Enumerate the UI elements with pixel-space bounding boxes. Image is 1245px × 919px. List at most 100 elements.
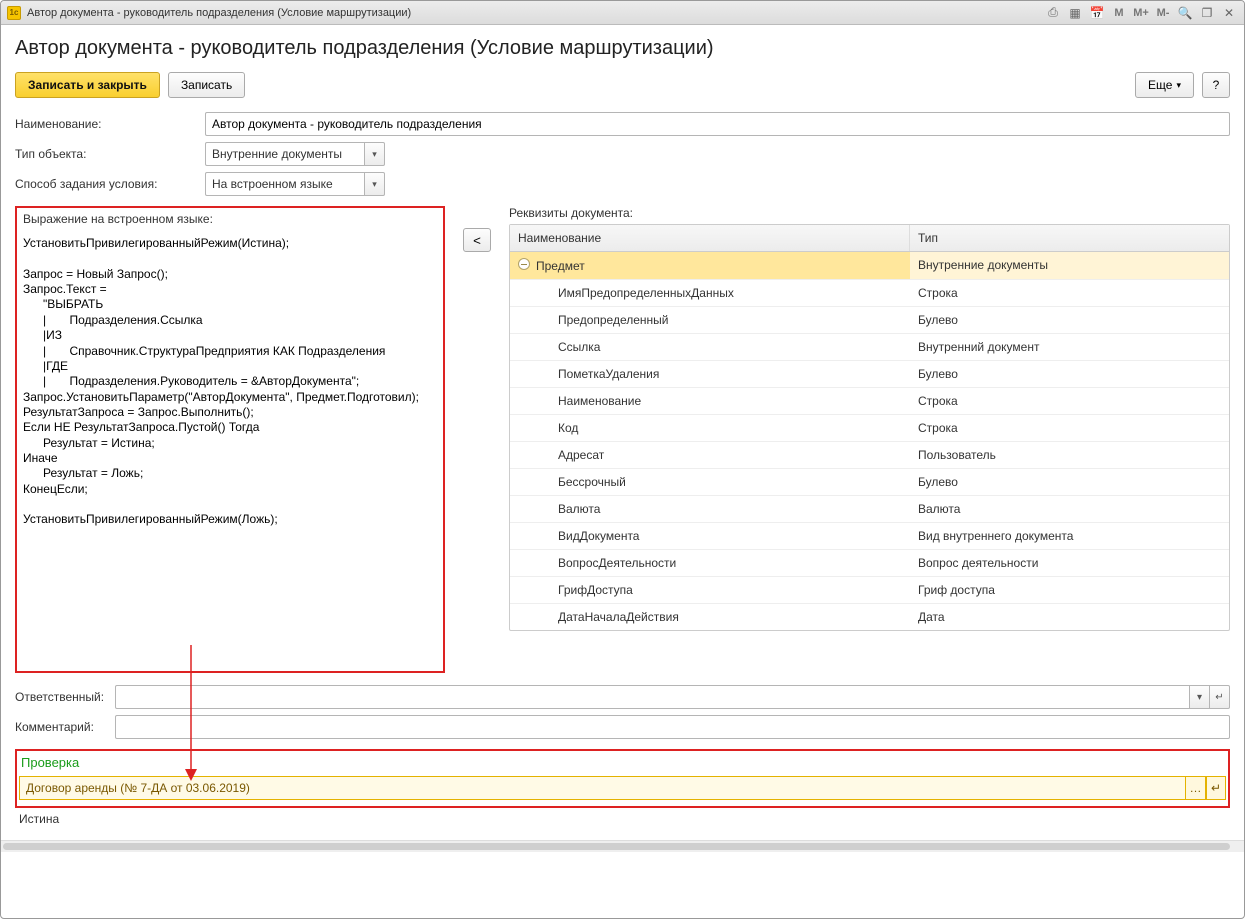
cell-name: ПометкаУдаления (510, 361, 910, 387)
input-name[interactable] (205, 112, 1230, 136)
cell-type: Строка (910, 388, 1229, 414)
expression-textarea[interactable] (17, 230, 443, 668)
cell-type: Булево (910, 469, 1229, 495)
table-row[interactable]: ВопросДеятельностиВопрос деятельности (510, 550, 1229, 577)
print-icon[interactable]: ⎙ (1044, 4, 1062, 22)
expression-label: Выражение на встроенном языке: (17, 208, 443, 230)
cell-type: Строка (910, 280, 1229, 306)
window: 1c Автор документа - руководитель подраз… (0, 0, 1245, 919)
row-responsible: Ответственный: ▾ ↵ (15, 685, 1230, 709)
save-close-button[interactable]: Записать и закрыть (15, 72, 160, 98)
row-condmode: Способ задания условия: На встроенном яз… (15, 172, 1230, 196)
calc-icon[interactable]: ▦ (1066, 4, 1084, 22)
save-button[interactable]: Записать (168, 72, 245, 98)
check-title: Проверка (17, 751, 1228, 774)
props-table-body: Предмет Внутренние документы ИмяПредопре… (510, 252, 1229, 630)
table-row[interactable]: АдресатПользователь (510, 442, 1229, 469)
table-row[interactable]: НаименованиеСтрока (510, 388, 1229, 415)
mem-m-icon[interactable]: M (1110, 4, 1128, 22)
cell-name: ВопросДеятельности (510, 550, 910, 576)
check-subject-input[interactable] (19, 776, 1186, 800)
check-subject-row: … ↵ (19, 776, 1226, 800)
zoom-in-icon[interactable]: 🔍 (1176, 4, 1194, 22)
row-comment: Комментарий: (15, 715, 1230, 739)
cell-name: Валюта (510, 496, 910, 522)
cell-type: Строка (910, 415, 1229, 441)
cell-name: Код (510, 415, 910, 441)
th-name[interactable]: Наименование (510, 225, 910, 251)
row-objtype: Тип объекта: Внутренние документы ▾ (15, 142, 1230, 166)
check-subject-open[interactable]: ↵ (1206, 776, 1226, 800)
restore-icon[interactable]: ❐ (1198, 4, 1216, 22)
select-objtype-dropdown[interactable]: ▾ (365, 142, 385, 166)
table-row[interactable]: КодСтрока (510, 415, 1229, 442)
cell-root-type: Внутренние документы (910, 252, 1229, 279)
table-row[interactable]: ВидДокументаВид внутреннего документа (510, 523, 1229, 550)
props-label: Реквизиты документа: (509, 206, 1230, 220)
content-area: Автор документа - руководитель подраздел… (1, 25, 1244, 918)
right-column: Реквизиты документа: Наименование Тип Пр… (509, 206, 1230, 631)
cell-type: Внутренний документ (910, 334, 1229, 360)
cell-name: ВидДокумента (510, 523, 910, 549)
titlebar: 1c Автор документа - руководитель подраз… (1, 1, 1244, 25)
lower-form: Ответственный: ▾ ↵ Комментарий: Проверка… (15, 685, 1230, 834)
cell-name: Ссылка (510, 334, 910, 360)
mem-mplus-icon[interactable]: M+ (1132, 4, 1150, 22)
label-responsible: Ответственный: (15, 690, 115, 704)
table-row[interactable]: БессрочныйБулево (510, 469, 1229, 496)
th-type[interactable]: Тип (910, 225, 1229, 251)
table-row[interactable]: ПредопределенныйБулево (510, 307, 1229, 334)
cell-name: Бессрочный (510, 469, 910, 495)
table-row[interactable]: ВалютаВалюта (510, 496, 1229, 523)
cell-name: ДатаНачалаДействия (510, 604, 910, 630)
cell-name: Адресат (510, 442, 910, 468)
page-title: Автор документа - руководитель подраздел… (15, 37, 1230, 60)
close-icon[interactable]: ✕ (1220, 4, 1238, 22)
label-objtype: Тип объекта: (15, 147, 205, 161)
help-button[interactable]: ? (1202, 72, 1230, 98)
select-condmode-dropdown[interactable]: ▾ (365, 172, 385, 196)
check-subject-select[interactable]: … (1186, 776, 1206, 800)
chevron-down-icon: ▾ (1176, 80, 1181, 91)
select-objtype[interactable]: Внутренние документы (205, 142, 365, 166)
table-row[interactable]: ПометкаУдаленияБулево (510, 361, 1229, 388)
cell-type: Пользователь (910, 442, 1229, 468)
check-group: Проверка … ↵ (15, 749, 1230, 808)
cell-name: Наименование (510, 388, 910, 414)
app-icon: 1c (7, 6, 21, 20)
table-row[interactable]: ДатаНачалаДействияДата (510, 604, 1229, 630)
root-name-text: Предмет (536, 259, 585, 273)
mem-mminus-icon[interactable]: M- (1154, 4, 1172, 22)
responsible-open[interactable]: ↵ (1210, 685, 1230, 709)
cell-type: Вопрос деятельности (910, 550, 1229, 576)
horizontal-scrollbar[interactable] (1, 840, 1244, 852)
cell-name: Предопределенный (510, 307, 910, 333)
window-title: Автор документа - руководитель подраздел… (27, 7, 1044, 19)
cell-type: Булево (910, 307, 1229, 333)
more-button[interactable]: Еще ▾ (1135, 72, 1194, 98)
input-responsible[interactable] (115, 685, 1190, 709)
titlebar-actions: ⎙ ▦ 📅 M M+ M- 🔍 ❐ ✕ (1044, 4, 1238, 22)
more-label: Еще (1148, 78, 1172, 92)
table-row-root[interactable]: Предмет Внутренние документы (510, 252, 1229, 280)
collapse-icon[interactable] (518, 258, 530, 270)
cell-name: ГрифДоступа (510, 577, 910, 603)
cell-name: ИмяПредопределенныхДанных (510, 280, 910, 306)
command-bar: Записать и закрыть Записать Еще ▾ ? (15, 72, 1230, 98)
table-row[interactable]: СсылкаВнутренний документ (510, 334, 1229, 361)
table-row[interactable]: ГрифДоступаГриф доступа (510, 577, 1229, 604)
scrollbar-thumb[interactable] (3, 843, 1230, 850)
insert-field-button[interactable]: < (463, 228, 491, 252)
two-column-area: Выражение на встроенном языке: < Реквизи… (15, 206, 1230, 673)
table-row[interactable]: ИмяПредопределенныхДанныхСтрока (510, 280, 1229, 307)
expression-box: Выражение на встроенном языке: (15, 206, 445, 673)
row-name: Наименование: (15, 112, 1230, 136)
input-comment[interactable] (115, 715, 1230, 739)
calendar-icon[interactable]: 📅 (1088, 4, 1106, 22)
cell-root-name: Предмет (510, 252, 910, 279)
left-column: Выражение на встроенном языке: (15, 206, 445, 673)
cell-type: Дата (910, 604, 1229, 630)
select-condmode[interactable]: На встроенном языке (205, 172, 365, 196)
responsible-dropdown[interactable]: ▾ (1190, 685, 1210, 709)
props-table: Наименование Тип Предмет Внутренние доку… (509, 224, 1230, 631)
